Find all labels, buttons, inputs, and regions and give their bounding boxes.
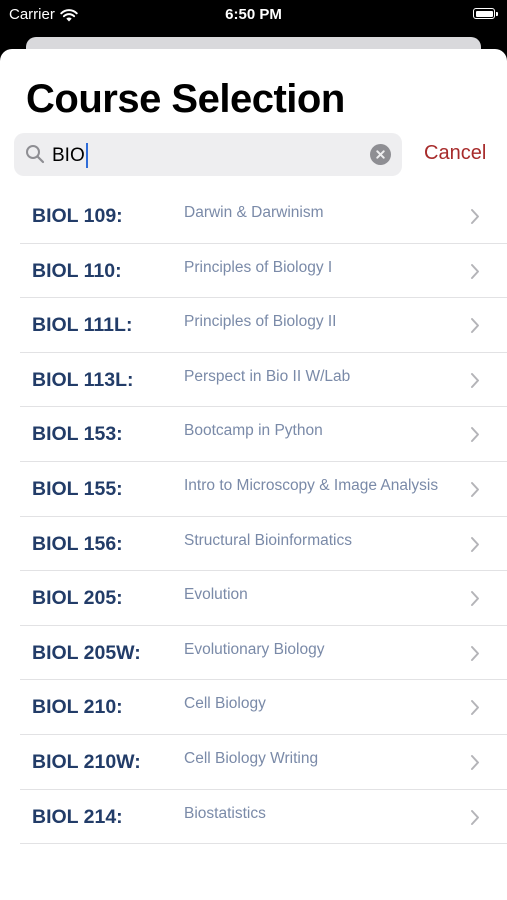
course-name: Structural Bioinformatics (184, 531, 352, 549)
course-row[interactable]: BIOL 210: Cell Biology (20, 680, 507, 735)
course-name: Principles of Biology II (184, 313, 337, 331)
course-code: BIOL 109: (32, 205, 123, 227)
chevron-right-icon (471, 481, 479, 497)
course-name: Intro to Microscopy & Image Analysis (184, 476, 439, 494)
course-name: Perspect in Bio II W/Lab (184, 367, 351, 385)
search-input[interactable]: BIO (14, 133, 402, 176)
course-name: Bootcamp in Python (184, 422, 323, 440)
course-code: BIOL 205: (32, 587, 123, 610)
course-row[interactable]: BIOL 109: Darwin & Darwinism (20, 189, 507, 244)
cancel-button[interactable]: Cancel (424, 142, 486, 165)
course-row[interactable]: BIOL 156: Structural Bioinformatics (20, 517, 507, 572)
course-row[interactable]: BIOL 210W: Cell Biology Writing (20, 735, 507, 790)
course-code: BIOL 153: (32, 423, 123, 446)
battery-icon (473, 8, 498, 19)
clear-search-button[interactable] (370, 144, 391, 165)
chevron-right-icon (471, 536, 479, 552)
course-name: Cell Biology Writing (184, 749, 319, 767)
chevron-right-icon (471, 809, 479, 825)
course-code: BIOL 210: (32, 696, 123, 719)
course-list: BIOL 109: Darwin & Darwinism BIOL 110: P… (20, 189, 507, 845)
chevron-right-icon (471, 372, 479, 388)
course-row[interactable]: BIOL 111L: Principles of Biology II (20, 298, 507, 353)
course-code: BIOL 113L: (32, 368, 134, 391)
course-name: Evolutionary Biology (184, 640, 325, 658)
course-name: Principles of Biology I (184, 258, 333, 276)
course-row[interactable]: BIOL 205W: Evolutionary Biology (20, 626, 507, 681)
course-row[interactable]: BIOL 153: Bootcamp in Python (20, 407, 507, 462)
course-name: Evolution (184, 586, 248, 604)
chevron-right-icon (471, 427, 479, 443)
course-code: BIOL 155: (32, 477, 123, 500)
clear-icon (376, 150, 385, 159)
course-code: BIOL 205W: (32, 641, 141, 664)
course-name: Darwin & Darwinism (184, 204, 324, 221)
course-code: BIOL 110: (32, 259, 122, 282)
chevron-right-icon (471, 754, 479, 770)
course-row[interactable]: BIOL 110: Principles of Biology I (20, 244, 507, 299)
course-row[interactable]: BIOL 205: Evolution (20, 571, 507, 626)
chevron-right-icon (471, 318, 479, 334)
course-row[interactable]: BIOL 113L: Perspect in Bio II W/Lab (20, 353, 507, 408)
course-name: Biostatistics (184, 804, 266, 822)
chevron-right-icon (471, 645, 479, 661)
chevron-right-icon (471, 591, 479, 607)
text-cursor (85, 143, 88, 168)
course-row[interactable]: BIOL 214: Biostatistics (20, 790, 507, 845)
status-bar: Carrier 6:50 PM (0, 0, 507, 30)
search-query: BIO (52, 144, 85, 166)
chevron-right-icon (471, 209, 479, 224)
chevron-right-icon (471, 263, 479, 279)
search-icon (26, 145, 45, 164)
course-code: BIOL 210W: (32, 750, 141, 773)
course-code: BIOL 111L: (32, 314, 133, 337)
course-code: BIOL 214: (32, 805, 123, 828)
status-time: 6:50 PM (225, 6, 282, 23)
page-title: Course Selection (26, 77, 345, 121)
search-value[interactable]: BIO (52, 143, 88, 168)
course-name: Cell Biology (184, 695, 266, 713)
chevron-right-icon (471, 700, 479, 716)
course-row[interactable]: BIOL 155: Intro to Microscopy & Image An… (20, 462, 507, 517)
course-code: BIOL 156: (32, 532, 123, 555)
